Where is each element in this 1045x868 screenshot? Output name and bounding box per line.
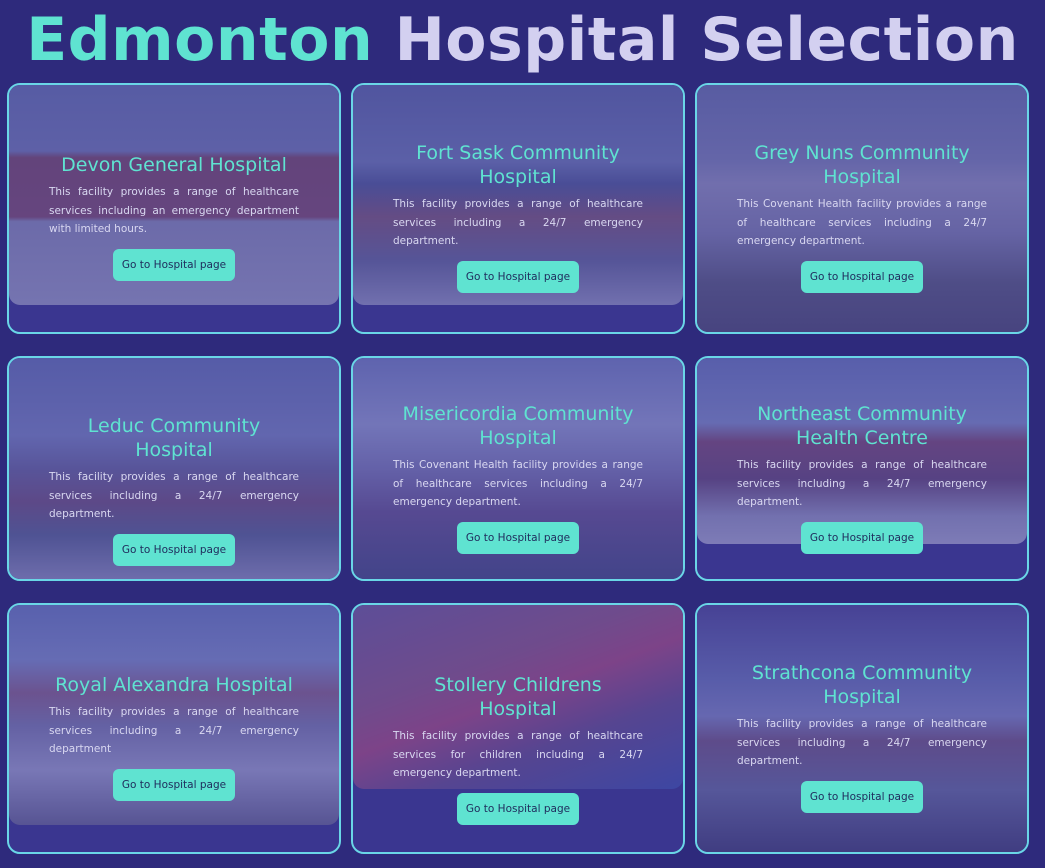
- card-content: Fort Sask Community Hospital This facili…: [393, 141, 643, 293]
- hospital-description: This Covenant Health facility provides a…: [393, 459, 643, 508]
- hospital-name: Devon General Hospital: [61, 154, 287, 176]
- go-to-hospital-button[interactable]: Go to Hospital page: [456, 792, 580, 825]
- go-to-hospital-button[interactable]: Go to Hospital page: [800, 521, 924, 554]
- hospital-card-royal-alexandra: Royal Alexandra Hospital This facility p…: [7, 603, 341, 854]
- hospital-description: This facility provides a range of health…: [49, 471, 299, 520]
- hospital-name: Strathcona Community Hospital: [751, 662, 973, 708]
- hospital-name: Grey Nuns Community Hospital: [754, 142, 970, 188]
- card-content: Misericordia Community Hospital This Cov…: [393, 402, 643, 554]
- hospital-name: Stollery Childrens Hospital: [434, 674, 602, 720]
- card-content: Royal Alexandra Hospital This facility p…: [49, 673, 299, 801]
- hospital-name: Northeast Community Health Centre: [757, 403, 967, 449]
- card-content: Stollery Childrens Hospital This facilit…: [393, 673, 643, 825]
- hospital-description: This facility provides a range of health…: [393, 730, 643, 779]
- hospital-description: This facility provides a range of health…: [393, 198, 643, 247]
- hospital-grid: Devon General Hospital This facility pro…: [7, 83, 1029, 854]
- hospital-name: Fort Sask Community Hospital: [416, 142, 620, 188]
- go-to-hospital-button[interactable]: Go to Hospital page: [112, 533, 236, 566]
- card-content: Strathcona Community Hospital This facil…: [737, 661, 987, 813]
- go-to-hospital-button[interactable]: Go to Hospital page: [800, 780, 924, 813]
- hospital-card-misericordia: Misericordia Community Hospital This Cov…: [351, 356, 685, 581]
- hospital-card-grey-nuns: Grey Nuns Community Hospital This Covena…: [695, 83, 1029, 334]
- card-content: Grey Nuns Community Hospital This Covena…: [737, 141, 987, 293]
- hospital-description: This facility provides a range of health…: [737, 459, 987, 508]
- hospital-name: Leduc Community Hospital: [87, 415, 261, 461]
- hospital-card-strathcona: Strathcona Community Hospital This facil…: [695, 603, 1029, 854]
- hospital-card-northeast: Northeast Community Health Centre This f…: [695, 356, 1029, 581]
- hospital-card-devon: Devon General Hospital This facility pro…: [7, 83, 341, 334]
- hospital-card-stollery: Stollery Childrens Hospital This facilit…: [351, 603, 685, 854]
- hospital-description: This facility provides a range of health…: [49, 706, 299, 755]
- title-city: Edmonton: [26, 5, 374, 75]
- hospital-card-leduc: Leduc Community Hospital This facility p…: [7, 356, 341, 581]
- go-to-hospital-button[interactable]: Go to Hospital page: [456, 260, 580, 293]
- hospital-name: Misericordia Community Hospital: [402, 403, 634, 449]
- go-to-hospital-button[interactable]: Go to Hospital page: [800, 260, 924, 293]
- page-title: Edmonton Hospital Selection: [0, 0, 1045, 80]
- go-to-hospital-button[interactable]: Go to Hospital page: [456, 521, 580, 554]
- card-content: Devon General Hospital This facility pro…: [49, 153, 299, 281]
- hospital-name: Royal Alexandra Hospital: [55, 674, 293, 696]
- go-to-hospital-button[interactable]: Go to Hospital page: [112, 768, 236, 801]
- hospital-card-fort-sask: Fort Sask Community Hospital This facili…: [351, 83, 685, 334]
- card-content: Leduc Community Hospital This facility p…: [49, 414, 299, 566]
- title-text: Hospital Selection: [394, 5, 1019, 75]
- go-to-hospital-button[interactable]: Go to Hospital page: [112, 248, 236, 281]
- hospital-description: This Covenant Health facility provides a…: [737, 198, 987, 247]
- card-content: Northeast Community Health Centre This f…: [737, 402, 987, 554]
- hospital-description: This facility provides a range of health…: [737, 718, 987, 767]
- hospital-description: This facility provides a range of health…: [49, 186, 299, 235]
